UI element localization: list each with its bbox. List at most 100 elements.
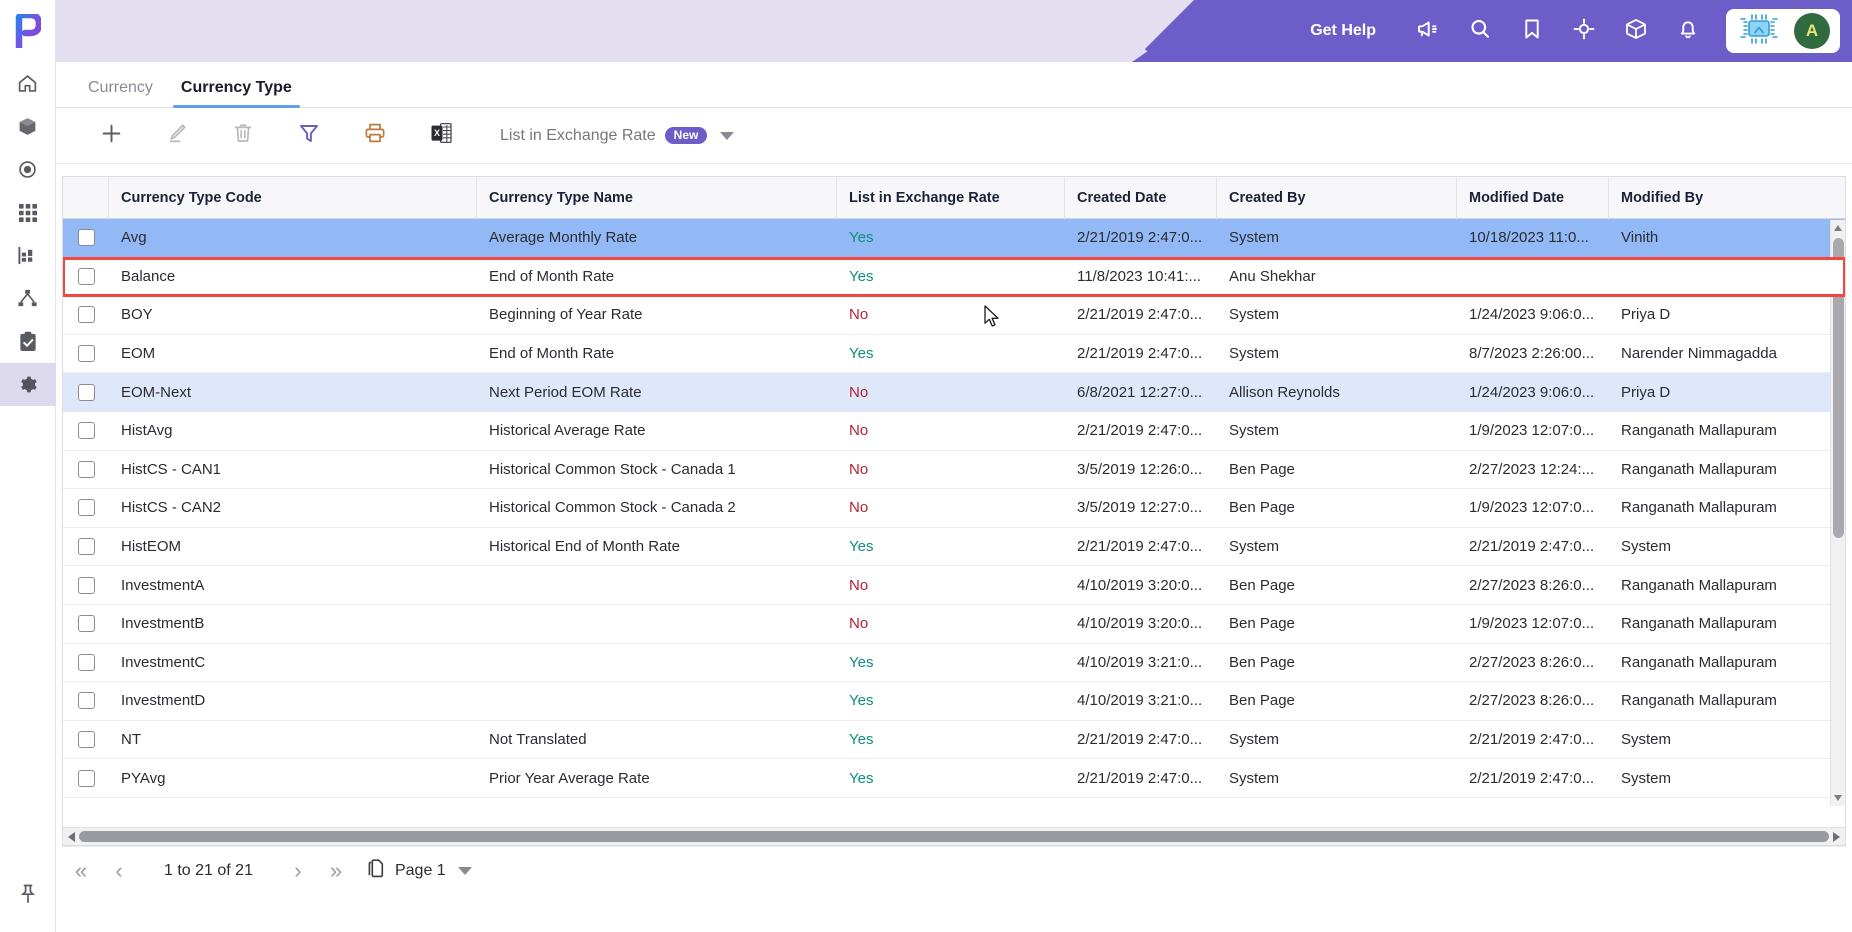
row-checkbox-cell[interactable]: [63, 296, 109, 334]
column-header-list-in-exchange-rate[interactable]: List in Exchange Rate: [837, 176, 1065, 219]
sidebar-item-settings[interactable]: [0, 363, 56, 406]
table-row[interactable]: PYBOYPrior Year Beginning of Year RateYe…: [63, 797, 1845, 806]
row-checkbox[interactable]: [77, 306, 95, 324]
row-checkbox[interactable]: [77, 499, 95, 517]
row-checkbox-cell[interactable]: [63, 335, 109, 373]
packages-button[interactable]: [1610, 0, 1662, 62]
view-selector[interactable]: List in Exchange Rate New: [500, 127, 735, 145]
export-excel-button[interactable]: X: [408, 108, 474, 164]
row-checkbox[interactable]: [77, 460, 95, 478]
delete-button[interactable]: [210, 108, 276, 164]
row-checkbox-cell[interactable]: [63, 682, 109, 720]
table-row[interactable]: EOM End of Month Rate Yes 2/21/2019 2:47:0.…: [63, 334, 1845, 374]
row-checkbox-cell[interactable]: [63, 721, 109, 759]
sidebar-item-tasks[interactable]: [0, 320, 56, 363]
scroll-left-arrow-icon[interactable]: [68, 831, 75, 842]
column-header-currency-type-code[interactable]: Currency Type Code: [109, 176, 477, 219]
scroll-down-arrow-icon[interactable]: [1834, 795, 1842, 801]
select-all-header[interactable]: [63, 176, 109, 219]
filter-button[interactable]: [276, 108, 342, 164]
grid-horizontal-scrollbar[interactable]: [63, 827, 1845, 845]
row-checkbox-cell[interactable]: [63, 566, 109, 604]
sidebar-item-targets[interactable]: [0, 148, 56, 191]
row-checkbox[interactable]: [77, 615, 95, 633]
scroll-right-arrow-icon[interactable]: [1833, 831, 1840, 842]
announcements-button[interactable]: [1402, 0, 1454, 62]
row-checkbox-cell[interactable]: [63, 798, 109, 806]
chevron-down-icon[interactable]: [457, 866, 472, 875]
page-selector[interactable]: Page 1: [367, 857, 472, 884]
row-checkbox-cell[interactable]: [63, 258, 109, 296]
edit-button[interactable]: [144, 108, 210, 164]
sidebar-item-models[interactable]: [0, 105, 56, 148]
row-checkbox-cell[interactable]: [63, 219, 109, 257]
navigator-button[interactable]: [1558, 0, 1610, 62]
row-checkbox[interactable]: [77, 229, 95, 247]
row-checkbox-cell[interactable]: [63, 528, 109, 566]
table-row[interactable]: PYAvg Prior Year Average Rate Yes 2/21/2019…: [63, 759, 1845, 798]
horizontal-scroll-thumb[interactable]: [79, 831, 1829, 842]
column-header-created-date[interactable]: Created Date: [1065, 176, 1217, 219]
cell-created-date: 4/10/2019 3:21:0...: [1077, 692, 1203, 710]
column-header-modified-date[interactable]: Modified Date: [1457, 176, 1609, 219]
last-page-button[interactable]: »: [317, 847, 355, 895]
avatar[interactable]: A: [1794, 13, 1830, 49]
sidebar-item-home[interactable]: [0, 62, 56, 105]
row-checkbox[interactable]: [77, 267, 95, 285]
cell-created-by: Allison Reynolds: [1229, 383, 1340, 401]
row-checkbox-cell[interactable]: [63, 489, 109, 527]
row-checkbox-cell[interactable]: [63, 605, 109, 643]
row-checkbox[interactable]: [77, 383, 95, 401]
first-page-button[interactable]: «: [62, 847, 100, 895]
table-row[interactable]: Balance End of Month Rate Yes 11/8/2023 10:…: [63, 256, 1845, 298]
brand-logo[interactable]: [0, 0, 55, 62]
row-checkbox[interactable]: [77, 653, 95, 671]
table-row[interactable]: HistAvg Historical Average Rate No 2/21/201…: [63, 411, 1845, 451]
pin-panel-button[interactable]: [0, 860, 56, 932]
table-row[interactable]: HistCS - CAN1 Historical Common Stock - C…: [63, 450, 1845, 490]
scroll-up-arrow-icon[interactable]: [1834, 225, 1842, 231]
table-row[interactable]: HistEOM Historical End of Month Rate Yes 2/…: [63, 527, 1845, 567]
chevron-down-icon[interactable]: [720, 131, 735, 140]
svg-text:X: X: [433, 128, 439, 138]
sidebar-item-apps[interactable]: [0, 191, 56, 234]
table-row[interactable]: BOY Beginning of Year Rate No 2/21/2019 2:4…: [63, 296, 1845, 335]
column-header-modified-by[interactable]: Modified By: [1609, 177, 1845, 219]
table-row[interactable]: Avg Average Monthly Rate Yes 2/21/2019 2:47…: [63, 219, 1845, 258]
table-row[interactable]: InvestmentD Yes 4/10/2019 3:21:0... Ben Pag…: [63, 682, 1845, 721]
next-page-button[interactable]: ›: [279, 847, 317, 895]
add-button[interactable]: [78, 108, 144, 164]
table-row[interactable]: NT Not Translated Yes 2/21/2019 2:47:0... Sy…: [63, 720, 1845, 760]
grid-vertical-scrollbar[interactable]: [1830, 220, 1845, 806]
row-checkbox-cell[interactable]: [63, 644, 109, 682]
table-row[interactable]: InvestmentA No 4/10/2019 3:20:0... Ben Page…: [63, 566, 1845, 605]
sidebar-item-hierarchy[interactable]: [0, 277, 56, 320]
user-chip[interactable]: A: [1726, 9, 1840, 53]
row-checkbox[interactable]: [77, 345, 95, 363]
row-checkbox[interactable]: [77, 769, 95, 787]
row-checkbox[interactable]: [77, 731, 95, 749]
table-row[interactable]: HistCS - CAN2 Historical Common Stock - C…: [63, 489, 1845, 528]
get-help-button[interactable]: Get Help: [1310, 22, 1376, 40]
row-checkbox[interactable]: [77, 576, 95, 594]
previous-page-button[interactable]: ‹: [100, 847, 138, 895]
row-checkbox-cell[interactable]: [63, 451, 109, 489]
table-row[interactable]: EOM-Next Next Period EOM Rate No 6/8/2021 1…: [63, 373, 1845, 412]
row-checkbox-cell[interactable]: [63, 759, 109, 797]
row-checkbox[interactable]: [77, 692, 95, 710]
row-checkbox-cell[interactable]: [63, 412, 109, 450]
row-checkbox[interactable]: [77, 538, 95, 556]
notifications-button[interactable]: [1662, 0, 1714, 62]
column-header-created-by[interactable]: Created By: [1217, 176, 1457, 219]
tab-currency-type[interactable]: Currency Type: [167, 79, 306, 108]
table-row[interactable]: InvestmentB No 4/10/2019 3:20:0... Ben Page…: [63, 604, 1845, 644]
tab-currency[interactable]: Currency: [74, 79, 167, 107]
bookmarks-button[interactable]: [1506, 0, 1558, 62]
search-button[interactable]: [1454, 0, 1506, 62]
sidebar-item-reports[interactable]: [0, 234, 56, 277]
column-header-currency-type-name[interactable]: Currency Type Name: [477, 176, 837, 219]
row-checkbox[interactable]: [77, 422, 95, 440]
print-button[interactable]: [342, 108, 408, 164]
table-row[interactable]: InvestmentC Yes 4/10/2019 3:21:0... Ben Pag…: [63, 643, 1845, 683]
row-checkbox-cell[interactable]: [63, 373, 109, 411]
